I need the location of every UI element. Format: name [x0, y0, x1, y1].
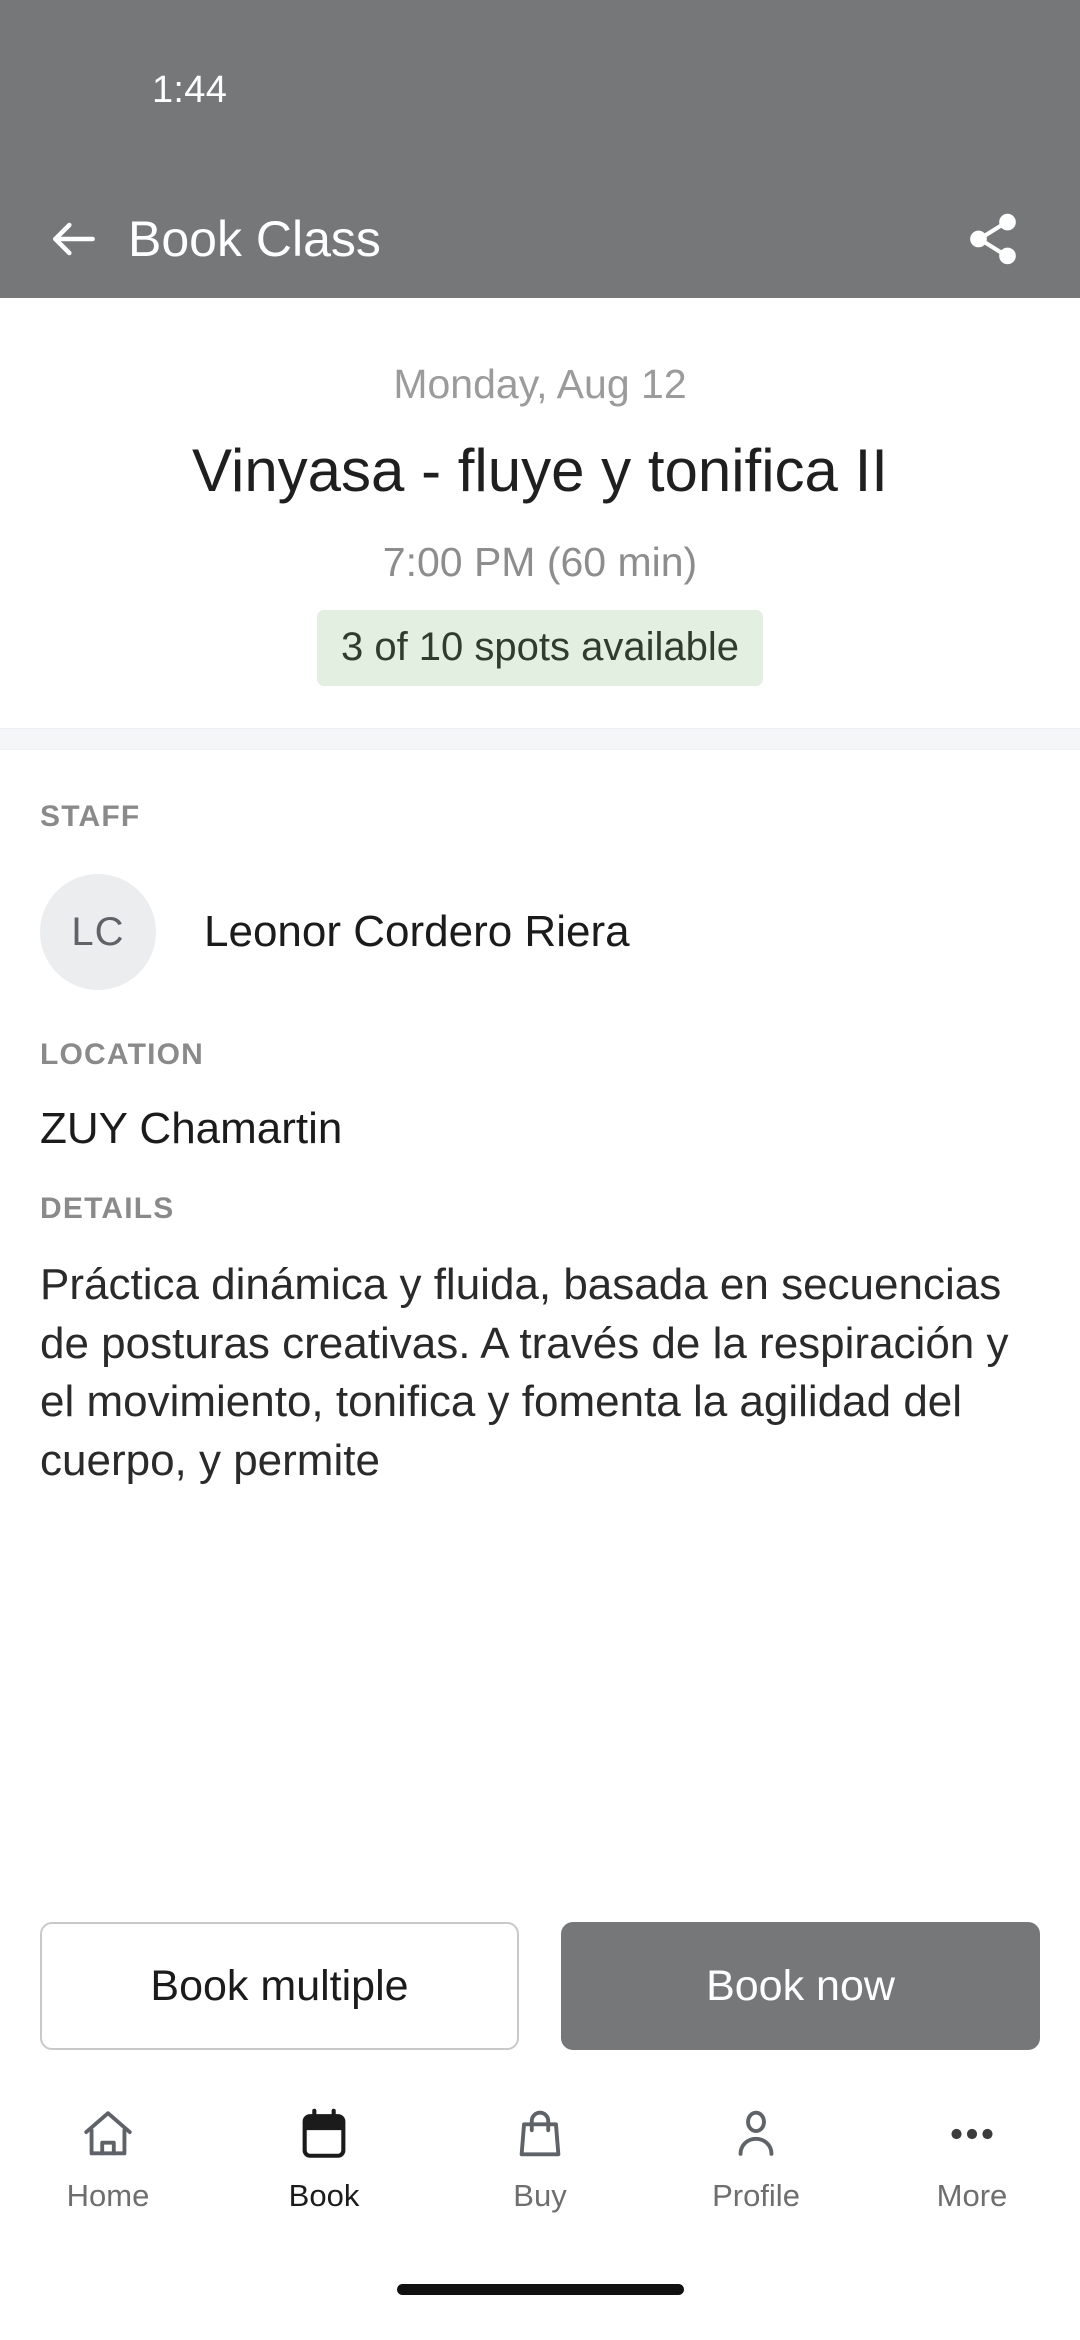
bag-icon	[508, 2102, 572, 2166]
home-icon	[76, 2102, 140, 2166]
avatar: LC	[40, 874, 156, 991]
staff-section: STAFF LC Leonor Cordero Riera	[40, 750, 1040, 991]
home-indicator[interactable]	[396, 2284, 684, 2295]
nav-item-more[interactable]: More	[864, 2102, 1080, 2214]
availability-badge-wrap: 3 of 10 spots available	[40, 610, 1040, 687]
details-text: Práctica dinámica y fluida, basada en se…	[40, 1260, 1009, 1485]
status-badge: 3 of 10 spots available	[316, 610, 764, 687]
book-multiple-button[interactable]: Book multiple	[40, 1922, 519, 2050]
home-indicator-area	[0, 2278, 1080, 2340]
page-title: Book Class	[128, 211, 381, 267]
class-header: Monday, Aug 12 Vinyasa - fluye y tonific…	[0, 298, 1080, 729]
nav-item-book[interactable]: Book	[216, 2102, 432, 2214]
status-bar-clock: 1:44	[152, 68, 228, 111]
location-value: ZUY Chamartin	[40, 1104, 343, 1154]
class-title: Vinyasa - fluye y tonifica II	[192, 437, 888, 505]
nav-item-profile[interactable]: Profile	[648, 2102, 864, 2214]
staff-name: Leonor Cordero Riera	[204, 907, 630, 957]
location-section-label: LOCATION	[40, 1038, 205, 1072]
nav-label-profile: Profile	[712, 2178, 800, 2213]
nav-item-home[interactable]: Home	[0, 2102, 216, 2214]
status-bar: 1:44	[0, 0, 1080, 180]
action-bar: Book multiple Book now	[0, 1896, 1080, 2078]
nav-label-book: Book	[288, 2178, 360, 2213]
location-section: LOCATION ZUY Chamartin	[40, 990, 1040, 1154]
book-now-button[interactable]: Book now	[561, 1922, 1040, 2050]
staff-section-label: STAFF	[40, 800, 141, 834]
class-date: Monday, Aug 12	[393, 361, 687, 407]
details-section-label: DETAILS	[40, 1192, 175, 1226]
ellipsis-icon	[940, 2102, 1004, 2166]
nav-item-buy[interactable]: Buy	[432, 2102, 648, 2214]
share-icon[interactable]	[964, 210, 1022, 268]
class-time: 7:00 PM (60 min)	[382, 539, 698, 586]
details-section: DETAILS Práctica dinámica y fluida, basa…	[40, 1154, 1040, 1490]
person-icon	[724, 2102, 788, 2166]
nav-label-home: Home	[66, 2178, 150, 2213]
calendar-icon	[292, 2102, 356, 2166]
nav-label-buy: Buy	[513, 2178, 567, 2213]
section-divider	[0, 728, 1080, 751]
app-bar: Book Class	[0, 180, 1080, 298]
nav-label-more: More	[936, 2178, 1008, 2213]
class-details-scroll[interactable]: STAFF LC Leonor Cordero Riera LOCATION Z…	[0, 750, 1080, 2078]
staff-row[interactable]: LC Leonor Cordero Riera	[40, 874, 1040, 991]
arrow-left-icon[interactable]	[46, 211, 102, 267]
bottom-navigation: Home Book Buy Profile More	[0, 2078, 1080, 2278]
app-screen: 1:44 Book Class Monday, Aug 12 Vinyasa -…	[0, 0, 1080, 2340]
